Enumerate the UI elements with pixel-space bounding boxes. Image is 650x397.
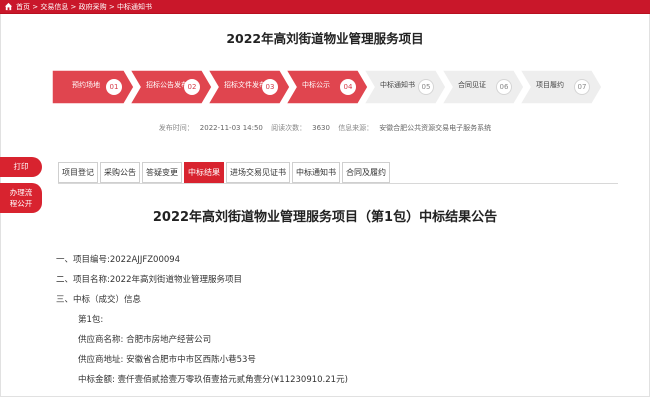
step-4[interactable]: 中标公示 04 (286, 70, 368, 104)
step-label: 中标通知书 (380, 81, 415, 89)
step-number: 07 (574, 79, 590, 95)
notice-line: 一、项目编号:2022AJJFZ00094 (56, 255, 181, 265)
notice-content: 一、项目编号:2022AJJFZ00094 二、项目名称:2022年高刘街道物业管… (56, 250, 348, 390)
print-button[interactable]: 打印 (0, 157, 42, 177)
step-number: 02 (184, 79, 200, 95)
notice-line: 供应商名称: 合肥市房地产经营公司 (78, 335, 212, 345)
notice-line: 第1包: (78, 315, 104, 325)
step-label: 招标公告发布 (146, 81, 188, 89)
source-label: 信息来源： (338, 124, 374, 132)
tab-2[interactable]: 采购公告 (100, 162, 140, 183)
step-7[interactable]: 项目履约 07 (520, 70, 602, 104)
step-1[interactable]: 预约场地 01 (52, 70, 134, 104)
step-number: 03 (262, 79, 278, 95)
tab-4[interactable]: 中标结果 (184, 162, 224, 183)
step-label: 中标公示 (302, 81, 330, 89)
step-label: 合同见证 (458, 81, 486, 89)
step-label: 招标文件发布 (224, 81, 266, 89)
tab-6[interactable]: 中标通知书 (292, 162, 340, 183)
notice-title: 2022年高刘街道物业管理服务项目（第1包）中标结果公告 (152, 210, 498, 225)
views-count: 3630 (312, 124, 330, 132)
tab-bar: 项目登记 采购公告 答疑变更 中标结果 进场交易见证书 中标通知书 合同及履约 (58, 162, 392, 183)
tab-3[interactable]: 答疑变更 (142, 162, 182, 183)
tab-7[interactable]: 合同及履约 (342, 162, 390, 183)
page: 首页 > 交易信息 > 政府采购 > 中标通知书 2022年高刘街道物业管理服务… (0, 0, 650, 397)
breadcrumb: 首页 > 交易信息 > 政府采购 > 中标通知书 (0, 0, 650, 14)
tab-divider (58, 183, 618, 184)
step-label: 项目履约 (536, 81, 564, 89)
source-value: 安徽合肥公共资源交易电子服务系统 (379, 124, 492, 132)
step-number: 05 (418, 79, 434, 95)
publish-label: 发布时间： (158, 124, 194, 132)
step-number: 06 (496, 79, 512, 95)
step-6[interactable]: 合同见证 06 (442, 70, 524, 104)
notice-line: 三、中标（成交）信息 (56, 295, 142, 305)
tab-1[interactable]: 项目登记 (58, 162, 98, 183)
views-label: 阅读次数： (271, 124, 307, 132)
notice-line: 供应商地址: 安徽省合肥市中市区西陈小巷53号 (78, 355, 256, 365)
notice-line: 中标金额: 壹仟壹佰贰拾壹万零玖佰壹拾元贰角壹分(¥11230910.21元) (78, 375, 348, 385)
step-number: 04 (340, 79, 356, 95)
breadcrumb-text: 首页 > 交易信息 > 政府采购 > 中标通知书 (16, 2, 152, 11)
step-3[interactable]: 招标文件发布 03 (208, 70, 290, 104)
step-number: 01 (106, 79, 122, 95)
process-disclosure-line1: 办理流 (9, 188, 33, 197)
tab-5[interactable]: 进场交易见证书 (226, 162, 290, 183)
project-title: 2022年高刘街道物业管理服务项目 (226, 31, 424, 46)
step-5[interactable]: 中标通知书 05 (364, 70, 446, 104)
home-icon (4, 2, 13, 11)
step-2[interactable]: 招标公告发布 02 (130, 70, 212, 104)
publish-time: 2022-11-03 14:50 (199, 124, 263, 132)
notice-line: 二、项目名称:2022年高刘街道物业管理服务项目 (56, 275, 242, 285)
step-label: 预约场地 (72, 81, 100, 89)
meta-info: 发布时间： 2022-11-03 14:50 阅读次数： 3630 信息来源： 安徽合… (0, 123, 650, 133)
progress-steps: 预约场地 01 招标公告发布 02 招标文件发布 03 中标公示 04 中标通知书 05 合同见证 0… (52, 70, 602, 104)
